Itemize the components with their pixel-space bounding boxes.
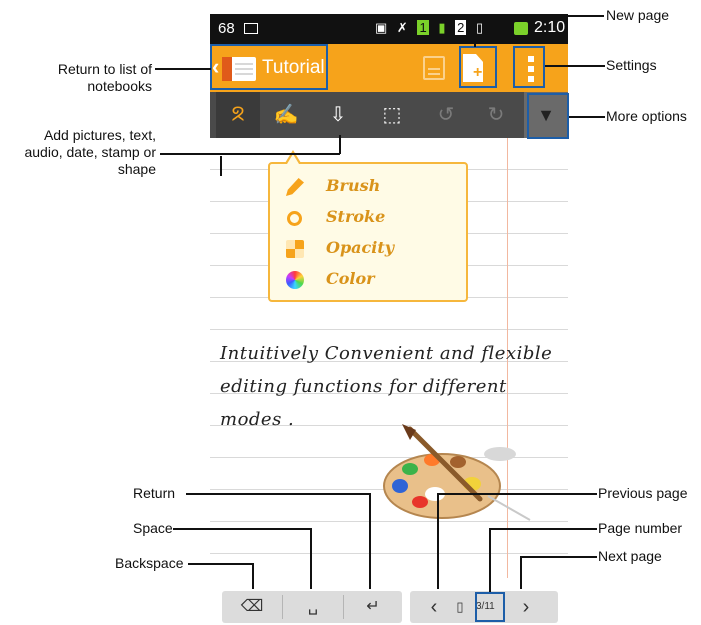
previous-page-button[interactable]: ‹ — [414, 591, 454, 623]
callout-line — [545, 65, 605, 67]
popup-label: Brush — [326, 176, 381, 195]
color-wheel-icon — [286, 271, 304, 289]
stroke-icon — [287, 211, 302, 226]
callout-line — [252, 563, 254, 589]
callout-line — [339, 135, 341, 154]
clock: 2:10 — [534, 19, 566, 36]
callout-line — [310, 528, 312, 589]
popup-item-stroke[interactable]: Stroke — [286, 205, 466, 231]
notification-count: 68 — [218, 20, 235, 37]
settings-highlight — [513, 46, 545, 88]
page-number-highlight — [475, 592, 505, 622]
handwritten-line: modes . — [220, 409, 295, 430]
callout-line — [489, 528, 597, 530]
callout-backspace: Backspace — [115, 555, 184, 571]
handwritten-line: editing functions for different — [220, 376, 507, 397]
return-button[interactable]: ↵ — [344, 591, 402, 623]
popup-item-opacity[interactable]: Opacity — [286, 236, 466, 262]
callout-line — [437, 493, 597, 495]
callout-more-options: More options — [606, 108, 687, 124]
callout-line — [173, 528, 311, 530]
insert-icon[interactable]: ⇩ — [316, 92, 360, 138]
sim1-icon: 1 — [417, 20, 429, 35]
callout-space: Space — [133, 520, 173, 536]
callout-line — [186, 493, 370, 495]
text-cursor — [220, 156, 222, 176]
vibrate-icon: ▣ — [375, 20, 388, 35]
palette-illustration — [383, 424, 531, 521]
save-icon[interactable] — [423, 56, 445, 80]
callout-return-list: Return to list of notebooks — [57, 61, 152, 94]
callout-line — [474, 15, 476, 47]
callout-add-content: Add pictures, text, audio, date, stamp o… — [24, 127, 156, 177]
status-bar: 68 ▣ ✗ 1 ▮ 2 ▯ 2:10 — [210, 14, 568, 44]
new-page-highlight — [459, 46, 497, 88]
callout-next-page: Next page — [598, 548, 662, 564]
notebook-highlight — [210, 44, 328, 90]
sim2-icon: 2 — [455, 20, 467, 35]
next-page-button[interactable]: › — [506, 591, 546, 623]
select-icon[interactable]: ⬚ — [370, 92, 414, 138]
callout-line — [437, 493, 439, 589]
callout-line — [188, 563, 253, 565]
phone-screen: 68 ▣ ✗ 1 ▮ 2 ▯ 2:10 ‹ Tutorial + ᘝ ✍ ⇩ ⬚ — [210, 14, 568, 625]
popup-label: Stroke — [326, 207, 386, 226]
signal2-icon: ▯ — [475, 20, 484, 35]
callout-line — [474, 15, 604, 17]
battery-charging-icon — [514, 22, 528, 35]
backspace-button[interactable]: ⌫ — [222, 591, 282, 623]
signal-icon: ▮ — [438, 20, 446, 35]
handwritten-line: Intuitively Convenient and flexible — [220, 343, 553, 364]
popup-item-color[interactable]: Color — [286, 267, 466, 293]
popup-item-brush[interactable]: Brush — [286, 174, 466, 200]
undo-icon[interactable]: ↺ — [424, 92, 468, 138]
callout-page-number: Page number — [598, 520, 683, 536]
more-options-highlight — [527, 93, 569, 139]
callout-return: Return — [133, 485, 176, 501]
gallery-notification-icon — [244, 23, 258, 34]
callout-line — [160, 153, 340, 155]
keyboard-controls: ⌫ ␣ ↵ — [222, 591, 402, 623]
text-style-icon[interactable]: ✍ — [264, 92, 308, 138]
popup-label: Opacity — [326, 238, 394, 257]
callout-line — [489, 528, 491, 592]
callout-line — [520, 556, 597, 558]
callout-line — [155, 68, 211, 70]
callout-new-page: New page — [606, 7, 670, 23]
callout-line — [569, 116, 605, 118]
space-button[interactable]: ␣ — [283, 591, 343, 623]
callout-line — [369, 493, 371, 589]
callout-previous-page: Previous page — [598, 485, 688, 501]
callout-line — [520, 556, 522, 589]
edit-toolbar: ᘝ ✍ ⇩ ⬚ ↺ ↻ ▼ — [210, 92, 568, 138]
opacity-icon — [286, 240, 304, 258]
brush-options-popup: Brush Stroke Opacity Color — [268, 150, 468, 302]
redo-icon[interactable]: ↻ — [474, 92, 518, 138]
popup-label: Color — [326, 269, 375, 288]
callout-settings: Settings — [606, 57, 657, 73]
brush-icon — [286, 178, 304, 196]
status-icons: ▣ ✗ 1 ▮ 2 ▯ — [375, 20, 489, 36]
brush-tool-icon[interactable]: ᘝ — [216, 92, 260, 138]
mute-icon: ✗ — [396, 20, 408, 35]
page-icon: ▯ — [456, 599, 464, 614]
